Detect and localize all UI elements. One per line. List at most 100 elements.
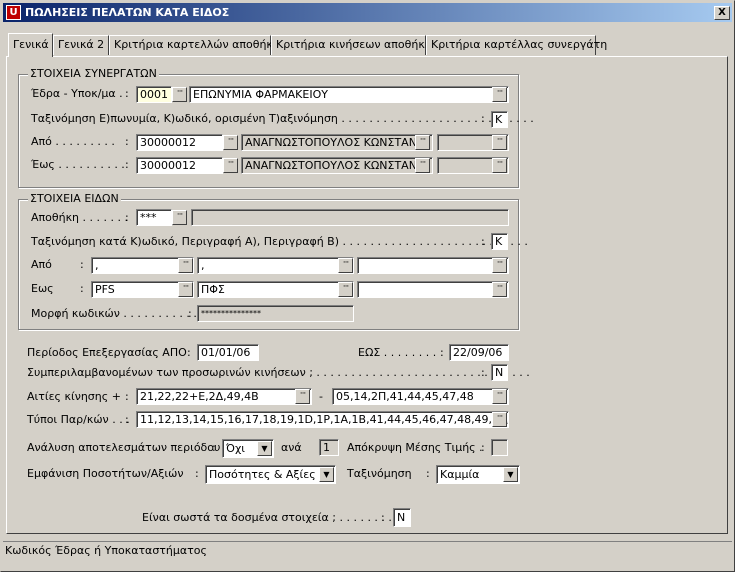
colon: : [481, 441, 485, 454]
colon: : [187, 346, 191, 359]
item-to-desc-lookup-button[interactable]: ··· [338, 282, 353, 297]
colon: : [440, 346, 444, 359]
item-to-label: Εως [31, 282, 54, 295]
warehouse-lookup-button[interactable]: ··· [172, 210, 187, 225]
chevron-down-icon[interactable]: ▼ [319, 467, 334, 482]
display-sort-select[interactable]: Καμμία ▼ [436, 465, 520, 484]
item-from-desc2-field[interactable] [357, 257, 509, 274]
item-from-desc-lookup-button[interactable]: ··· [338, 258, 353, 273]
item-from-desc-field[interactable]: , [197, 257, 354, 274]
tab-warehouse-moves[interactable]: Κριτήρια κινήσεων αποθήκης [271, 35, 438, 55]
code-mask-field: *************** [197, 305, 354, 322]
doc-types-label: Τύποι Παρ/κών . . . [27, 413, 130, 426]
status-text: Κωδικός Έδρας ή Υποκαταστήματος [5, 544, 207, 557]
colon: : [125, 135, 129, 148]
display-sort-label: Ταξινόμηση [347, 467, 412, 480]
reasons-minus-field[interactable]: 05,14,2Π,41,44,45,47,48 [332, 388, 509, 405]
partner-to-lookup-button[interactable]: ··· [223, 158, 238, 173]
branch-lookup-button[interactable]: ··· [172, 87, 187, 102]
doc-types-lookup-button[interactable]: ··· [492, 412, 507, 427]
warehouse-code-field[interactable]: *** [136, 209, 172, 226]
doc-types-field[interactable]: 11,12,13,14,15,16,17,18,19,1D,1P,1A,1B,4… [136, 411, 509, 428]
colon: : [481, 235, 485, 248]
chevron-down-icon[interactable]: ▼ [503, 467, 518, 482]
branch-name-lookup-button[interactable]: ··· [492, 87, 507, 102]
partner-from-extra-lookup-button[interactable]: ··· [492, 135, 507, 150]
analysis-select-value: Όχι [226, 442, 246, 455]
tab-general[interactable]: Γενικά [8, 33, 53, 57]
item-sort-label: Ταξινόμηση κατά Κ)ωδικό, Περιγραφή Α), Π… [31, 235, 528, 248]
hide-avg-price-label: Απόκρυψη Μέσης Τιμής . [347, 441, 483, 454]
item-from-label: Από [31, 258, 52, 271]
tab-partner-card[interactable]: Κριτήρια καρτέλλας συνεργάτη [426, 35, 607, 55]
period-from-field[interactable]: 01/01/06 [197, 344, 259, 361]
colon: : [188, 307, 192, 320]
colon: : [80, 282, 84, 295]
partner-from-code-field[interactable]: 30000012 [136, 134, 223, 151]
code-mask-label: Μορφή κωδικών . . . . . . . . . . . [31, 307, 197, 320]
partner-to-extra-lookup-button[interactable]: ··· [492, 158, 507, 173]
status-bar: Κωδικός Έδρας ή Υποκαταστήματος [3, 541, 732, 569]
branch-name-field[interactable]: ΕΠΩΝΥΜΙΑ ΦΑΡΜΑΚΕΙΟΥ [189, 86, 509, 103]
display-select-value: Ποσότητες & Αξίες [209, 468, 316, 481]
display-sort-select-value: Καμμία [440, 468, 480, 481]
colon: : [125, 413, 129, 426]
colon: : [481, 366, 485, 379]
item-sort-field[interactable]: Κ [491, 233, 508, 250]
partner-from-label: Από . . . . . . . . . [31, 135, 115, 148]
analysis-label: Ανάλυση αποτελεσμάτων περιόδου [27, 441, 221, 454]
confirm-field[interactable]: N [393, 508, 411, 527]
partner-from-name-lookup-button[interactable]: ··· [415, 135, 430, 150]
colon: : [125, 390, 129, 403]
branch-code-field[interactable]: 0001 [136, 86, 172, 103]
app-icon: U [6, 5, 21, 20]
partner-from-lookup-button[interactable]: ··· [223, 135, 238, 150]
reasons-plus-field[interactable]: 21,22,22+Ε,2Δ,49,4Β [136, 388, 312, 405]
reasons-minus-lookup-button[interactable]: ··· [492, 389, 507, 404]
title-bar: U ΠΩΛΗΣΕΙΣ ΠΕΛΑΤΩΝ ΚΑΤΑ ΕΙΔΟΣ X [3, 3, 732, 22]
partners-group-title: ΣΤΟΙΧΕΙΑ ΣΥΝΕΡΓΑΤΩΝ [28, 67, 159, 80]
period-label: Περίοδος Επεξεργασίας ΑΠΟ [27, 346, 187, 359]
analysis-per-field: 1 [319, 439, 339, 456]
colon: : [195, 467, 199, 480]
branch-label: Έδρα - Υποκ/μα . [31, 87, 123, 100]
reasons-plus-lookup-button[interactable]: ··· [295, 389, 310, 404]
partner-to-name-field: ΑΝΑΓΝΩΣΤΟΠΟΥΛΟΣ ΚΩΝΣΤΑΝΤΙ [241, 157, 433, 174]
item-to-lookup-button[interactable]: ··· [178, 282, 193, 297]
tab-general-2[interactable]: Γενικά 2 [53, 35, 109, 55]
analysis-per-label: ανά [281, 441, 302, 454]
colon: : [481, 112, 485, 125]
item-to-desc2-lookup-button[interactable]: ··· [492, 282, 507, 297]
partner-sort-label: Ταξινόμηση Ε)πωνυμία, Κ)ωδικό, ορισμένη … [31, 112, 534, 125]
colon: : [125, 158, 129, 171]
colon: : [125, 87, 129, 100]
item-to-desc2-field[interactable] [357, 281, 509, 298]
display-label: Εμφάνιση Ποσοτήτων/Αξιών [27, 467, 184, 480]
reasons-minus-sign: - [319, 390, 323, 403]
item-from-lookup-button[interactable]: ··· [178, 258, 193, 273]
period-to-label: ΕΩΣ . . . . . . . . [358, 346, 437, 359]
display-select[interactable]: Ποσότητες & Αξίες ▼ [205, 465, 336, 484]
close-button[interactable]: X [714, 6, 730, 20]
window-title: ΠΩΛΗΣΕΙΣ ΠΕΛΑΤΩΝ ΚΑΤΑ ΕΙΔΟΣ [25, 6, 230, 19]
period-to-field[interactable]: 22/09/06 [449, 344, 509, 361]
item-to-desc-field[interactable]: ΠΦΣ [197, 281, 354, 298]
colon: : [426, 467, 430, 480]
analysis-select[interactable]: Όχι ▼ [222, 439, 274, 458]
reasons-label: Αιτίες κίνησης + [27, 390, 121, 403]
item-from-desc2-lookup-button[interactable]: ··· [492, 258, 507, 273]
warehouse-name-field [191, 209, 509, 226]
colon: : [125, 211, 129, 224]
partner-to-name-lookup-button[interactable]: ··· [415, 158, 430, 173]
temp-moves-label: Συμπεριλαμβανομένων των προσωρινών κινήσ… [27, 366, 530, 379]
main-window: U ΠΩΛΗΣΕΙΣ ΠΕΛΑΤΩΝ ΚΑΤΑ ΕΙΔΟΣ X Γενικά Γ… [0, 0, 735, 572]
chevron-down-icon[interactable]: ▼ [257, 441, 272, 456]
confirm-label: Είναι σωστά τα δοσμένα στοιχεία ; . . . … [142, 511, 399, 524]
colon: : [381, 511, 385, 524]
temp-moves-field[interactable]: N [491, 364, 508, 381]
colon: : [212, 441, 216, 454]
partner-to-code-field[interactable]: 30000012 [136, 157, 223, 174]
tab-warehouse-cards[interactable]: Κριτήρια καρτελλών αποθήκης [109, 35, 286, 55]
partner-sort-field[interactable]: Κ [491, 111, 508, 128]
warehouse-label: Αποθήκη . . . . . . . [31, 211, 128, 224]
